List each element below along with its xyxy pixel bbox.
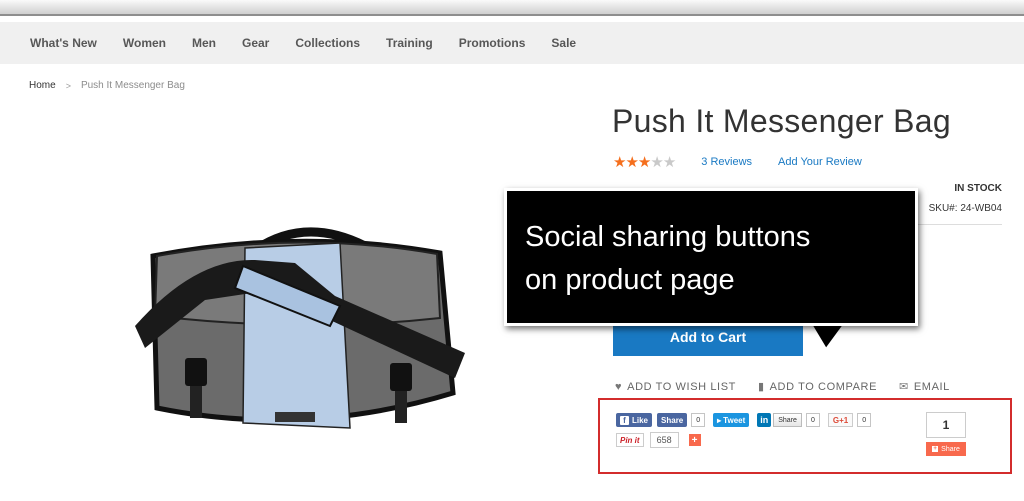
main-navigation: What's New Women Men Gear Collections Tr… (0, 22, 1024, 64)
annotation-callout: Social sharing buttons on product page (504, 188, 918, 326)
google-plus-count: 0 (857, 413, 872, 427)
nav-item-promotions[interactable]: Promotions (459, 36, 526, 50)
addthis-share-button[interactable]: + Share (926, 442, 966, 456)
facebook-like-label: Like (632, 415, 649, 425)
linkedin-icon: in (757, 413, 772, 427)
share-total-count: 1 (926, 412, 966, 438)
rating-stars: ★★★★★ (613, 153, 676, 171)
breadcrumb-home[interactable]: Home (29, 80, 56, 91)
browser-top-bar (0, 0, 1024, 16)
plus-icon: + (932, 446, 939, 452)
linkedin-share-count: 0 (805, 413, 820, 427)
social-row-1: f Like Share 0 ▸ Tweet in Share 0 G+1 0 (616, 413, 872, 427)
nav-item-whats-new[interactable]: What's New (30, 36, 97, 50)
social-row-2: Pin it 658 + (616, 432, 701, 448)
star-icon: ★ (625, 154, 638, 171)
pinterest-pin-button[interactable]: Pin it (616, 433, 644, 447)
compare-label: ADD TO COMPARE (769, 380, 878, 393)
product-rating: ★★★★★ 3 Reviews Add Your Review (613, 153, 862, 171)
callout-line-2: on product page (525, 264, 735, 296)
twitter-bird-icon: ▸ (717, 415, 722, 425)
addthis-plus-button[interactable]: + (688, 434, 701, 446)
social-sharing-box: f Like Share 0 ▸ Tweet in Share 0 G+1 0 … (598, 398, 1012, 474)
nav-item-women[interactable]: Women (123, 36, 166, 50)
sku-label: SKU#: (928, 203, 958, 214)
facebook-share-count: 0 (691, 413, 706, 427)
heart-icon: ♥ (615, 380, 623, 393)
messenger-bag-image (135, 227, 465, 429)
sku-value: 24-WB04 (960, 203, 1002, 214)
nav-item-training[interactable]: Training (386, 36, 433, 50)
tweet-button[interactable]: ▸ Tweet (713, 413, 750, 427)
star-icon: ★ (650, 154, 663, 171)
stock-status: IN STOCK (954, 183, 1002, 194)
star-icon: ★ (637, 154, 651, 171)
facebook-icon: f (620, 415, 629, 425)
breadcrumb: Home > Push It Messenger Bag (29, 80, 185, 91)
facebook-like-button[interactable]: f Like (616, 413, 653, 427)
breadcrumb-current: Push It Messenger Bag (80, 80, 185, 91)
add-to-wishlist-link[interactable]: ♥ ADD TO WISH LIST (615, 381, 736, 393)
add-review-link[interactable]: Add Your Review (778, 156, 862, 168)
nav-item-men[interactable]: Men (192, 36, 216, 50)
nav-item-sale[interactable]: Sale (551, 36, 576, 50)
product-sku: SKU#: 24-WB04 (929, 203, 1002, 214)
nav-item-gear[interactable]: Gear (242, 36, 269, 50)
facebook-share-button[interactable]: Share (657, 413, 688, 427)
share-button-label: Share (941, 445, 960, 453)
callout-pointer (805, 320, 851, 353)
product-title: Push It Messenger Bag (612, 103, 951, 139)
envelope-icon: ✉ (899, 381, 909, 393)
breadcrumb-separator: > (65, 80, 71, 91)
star-icon: ★ (613, 154, 626, 171)
reviews-link[interactable]: 3 Reviews (701, 156, 752, 168)
callout-line-1: Social sharing buttons (525, 221, 811, 253)
linkedin-share-button[interactable]: Share (773, 413, 802, 427)
bar-chart-icon: ▮ (757, 381, 765, 393)
google-plus-button[interactable]: G+1 (827, 413, 854, 427)
add-to-compare-link[interactable]: ▮ ADD TO COMPARE (757, 380, 878, 394)
product-image[interactable] (135, 208, 470, 453)
email-label: EMAIL (913, 380, 950, 393)
nav-item-collections[interactable]: Collections (295, 36, 360, 50)
wishlist-label: ADD TO WISH LIST (627, 380, 736, 393)
product-actions: ♥ ADD TO WISH LIST ▮ ADD TO COMPARE ✉ EM… (615, 380, 972, 394)
star-icon: ★ (662, 154, 676, 171)
email-link[interactable]: ✉ EMAIL (899, 380, 950, 394)
tweet-label: Tweet (723, 415, 746, 425)
pinterest-count: 658 (649, 432, 679, 448)
